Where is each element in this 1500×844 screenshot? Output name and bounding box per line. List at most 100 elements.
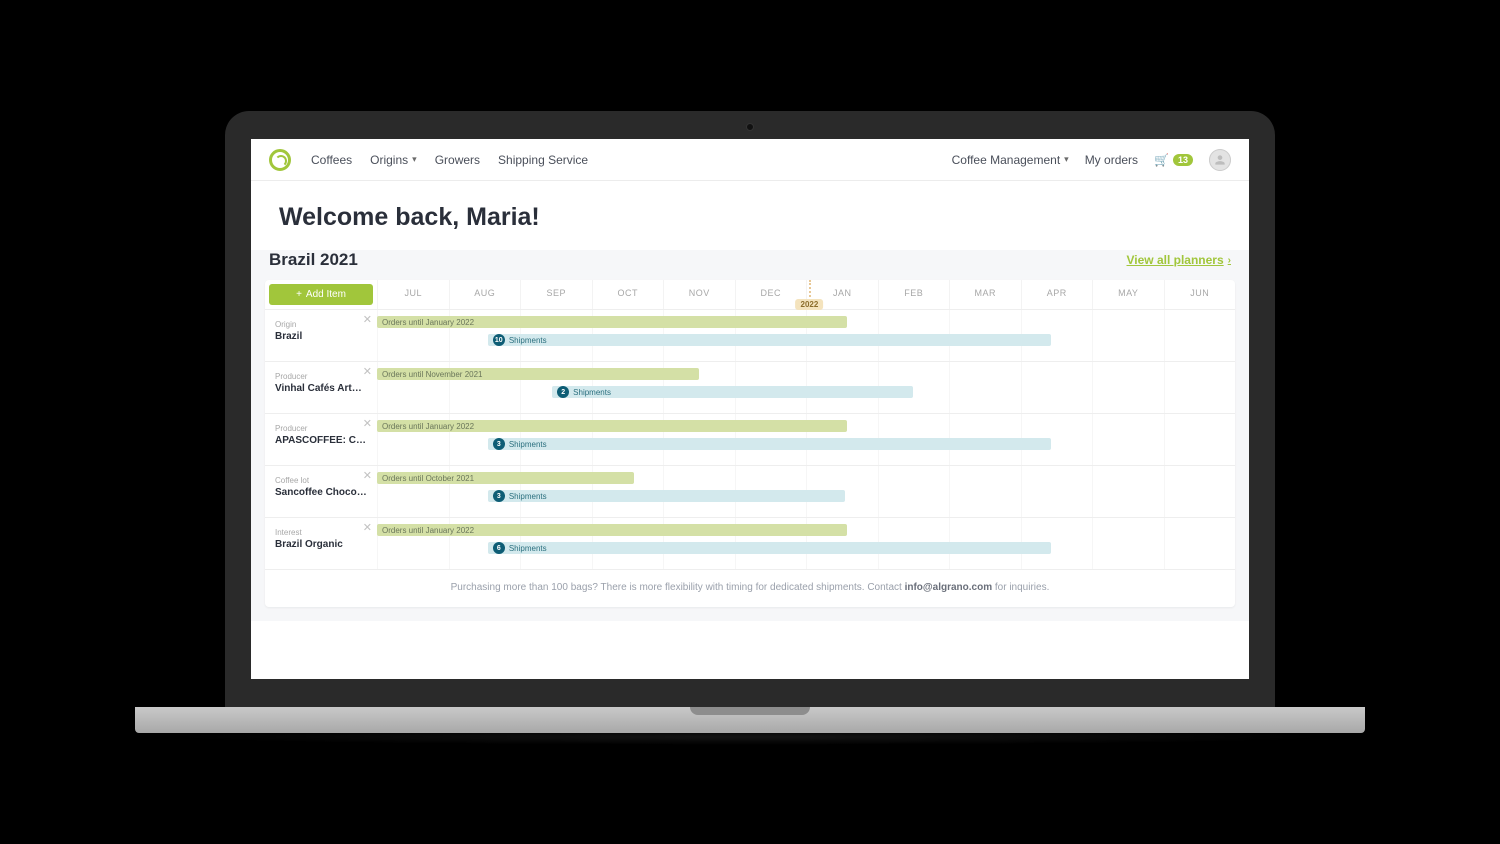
- nav-shipping[interactable]: Shipping Service: [498, 153, 588, 167]
- close-icon[interactable]: ✕: [363, 365, 372, 378]
- grid-cell: [1164, 518, 1236, 569]
- year-badge: 2022: [796, 299, 824, 310]
- grid-cell: [1092, 414, 1164, 465]
- chevron-down-icon: ▾: [1064, 154, 1069, 165]
- user-icon: [1213, 153, 1227, 167]
- shipment-count-badge: 2: [557, 386, 569, 398]
- nav-my-orders[interactable]: My orders: [1085, 153, 1138, 167]
- cart-button[interactable]: 🛒 13: [1154, 153, 1193, 167]
- row-title[interactable]: Brazil: [275, 331, 367, 342]
- orders-bar[interactable]: Orders until January 2022: [377, 316, 847, 328]
- laptop-base: [135, 707, 1365, 733]
- row-chart: Orders until October 2021 3Shipments: [377, 466, 1235, 517]
- grid-cell: [1092, 518, 1164, 569]
- grid-cell: [949, 466, 1021, 517]
- footnote-post: for inquiries.: [992, 582, 1049, 593]
- grid-cell: [1164, 310, 1236, 361]
- avatar[interactable]: [1209, 149, 1231, 171]
- month-col-oct: OCT: [592, 280, 664, 309]
- shipments-bar[interactable]: 6 Shipments: [488, 542, 1051, 554]
- nav-coffees[interactable]: Coffees: [311, 153, 352, 167]
- month-col-mar: MAR: [949, 280, 1021, 309]
- orders-bar[interactable]: Orders until October 2021: [377, 472, 634, 484]
- planner-row: ✕OriginBrazilOrders until January 202210…: [265, 310, 1235, 362]
- shipment-count-badge: 3: [493, 438, 505, 450]
- welcome-hero: Welcome back, Maria!: [251, 181, 1249, 250]
- chevron-down-icon: ▾: [412, 154, 417, 165]
- brand-logo-icon[interactable]: [269, 149, 291, 171]
- planner-row: ✕Producer Vinhal Cafés Artesan… Orders unt…: [265, 362, 1235, 414]
- row-chart: Orders until January 2022 6 Shipments: [377, 518, 1235, 569]
- row-category: Interest: [275, 528, 367, 537]
- planner-title: Brazil 2021: [269, 250, 358, 270]
- app-screen: Coffees Origins ▾ Growers Shipping Servi…: [251, 139, 1249, 679]
- close-icon[interactable]: ✕: [363, 521, 372, 534]
- row-title[interactable]: Vinhal Cafés Artesan…: [275, 383, 367, 394]
- planner-row: ✕Interest Brazil Organic Orders until Janu…: [265, 518, 1235, 570]
- month-col-feb: FEB: [878, 280, 950, 309]
- add-item-button[interactable]: + Add Item: [269, 284, 373, 305]
- nav-growers[interactable]: Growers: [435, 153, 480, 167]
- orders-bar[interactable]: Orders until January 2022: [377, 524, 847, 536]
- cart-count-badge: 13: [1173, 154, 1193, 166]
- laptop-mockup: Coffees Origins ▾ Growers Shipping Servi…: [225, 111, 1275, 733]
- view-all-label: View all planners: [1127, 253, 1224, 267]
- nav-coffee-management[interactable]: Coffee Management ▾: [952, 153, 1069, 167]
- page-title: Welcome back, Maria!: [279, 203, 1221, 232]
- grid-cell: [878, 466, 950, 517]
- row-label: ✕Interest Brazil Organic: [265, 518, 377, 569]
- shipments-bar[interactable]: 10Shipments: [488, 334, 1051, 346]
- row-chart: Orders until January 2022 10Shipments: [377, 310, 1235, 361]
- shipment-label: Shipments: [509, 544, 547, 553]
- grid-cell: [1021, 362, 1093, 413]
- shipment-count-badge: 6: [493, 542, 505, 554]
- planner-rows: ✕OriginBrazilOrders until January 202210…: [265, 310, 1235, 570]
- grid-cell: [1164, 466, 1236, 517]
- grid-cell: [1092, 310, 1164, 361]
- row-title[interactable]: Brazil Organic: [275, 539, 367, 550]
- grid-cell: [1164, 414, 1236, 465]
- row-chart: Orders until November 2021 2 Shipments: [377, 362, 1235, 413]
- plus-icon: +: [296, 289, 302, 300]
- view-all-planners-link[interactable]: View all planners ›: [1127, 253, 1232, 267]
- row-label: ✕Coffee lotSancoffee Chocolate …: [265, 466, 377, 517]
- row-category: Producer: [275, 372, 367, 381]
- shipments-bar[interactable]: 3Shipments: [488, 438, 1051, 450]
- add-item-label: Add Item: [306, 289, 346, 300]
- shipment-label: Shipments: [573, 388, 611, 397]
- shipments-bar[interactable]: 2 Shipments: [552, 386, 913, 398]
- nav-right: Coffee Management ▾ My orders 🛒 13: [952, 149, 1231, 171]
- cart-icon: 🛒: [1154, 153, 1169, 167]
- nav-left: Coffees Origins ▾ Growers Shipping Servi…: [311, 153, 588, 167]
- row-category: Producer: [275, 424, 367, 433]
- chevron-right-icon: ›: [1228, 255, 1231, 266]
- month-col-apr: APR: [1021, 280, 1093, 309]
- screen-bezel: Coffees Origins ▾ Growers Shipping Servi…: [225, 111, 1275, 707]
- nav-management-label: Coffee Management: [952, 153, 1061, 167]
- orders-bar[interactable]: Orders until November 2021: [377, 368, 699, 380]
- grid-cell: [1164, 362, 1236, 413]
- planner-grid: + Add Item 2022 JULAUGSEPOCTNOVDECJANFEB…: [265, 280, 1235, 607]
- orders-bar[interactable]: Orders until January 2022: [377, 420, 847, 432]
- month-col-aug: AUG: [449, 280, 521, 309]
- close-icon[interactable]: ✕: [363, 469, 372, 482]
- month-col-jun: JUN: [1164, 280, 1236, 309]
- nav-origins[interactable]: Origins ▾: [370, 153, 417, 167]
- row-label: ✕Producer APASCOFFEE: COOPER…: [265, 414, 377, 465]
- planner-header-row: + Add Item 2022 JULAUGSEPOCTNOVDECJANFEB…: [265, 280, 1235, 310]
- shipments-bar[interactable]: 3Shipments: [488, 490, 846, 502]
- planner-section: Brazil 2021 View all planners › + Add It…: [251, 250, 1249, 621]
- month-col-jul: JUL: [377, 280, 449, 309]
- footnote-pre: Purchasing more than 100 bags? There is …: [451, 582, 905, 593]
- row-title[interactable]: Sancoffee Chocolate …: [275, 487, 367, 498]
- hinge-notch: [690, 707, 810, 715]
- row-title[interactable]: APASCOFFEE: COOPER…: [275, 435, 367, 446]
- planner-footnote: Purchasing more than 100 bags? There is …: [265, 570, 1235, 607]
- close-icon[interactable]: ✕: [363, 313, 372, 326]
- nav-origins-label: Origins: [370, 153, 408, 167]
- close-icon[interactable]: ✕: [363, 417, 372, 430]
- planner-row: ✕Producer APASCOFFEE: COOPER… Orders until…: [265, 414, 1235, 466]
- month-col-nov: NOV: [663, 280, 735, 309]
- shipment-label: Shipments: [509, 492, 547, 501]
- footnote-email[interactable]: info@algrano.com: [905, 582, 993, 593]
